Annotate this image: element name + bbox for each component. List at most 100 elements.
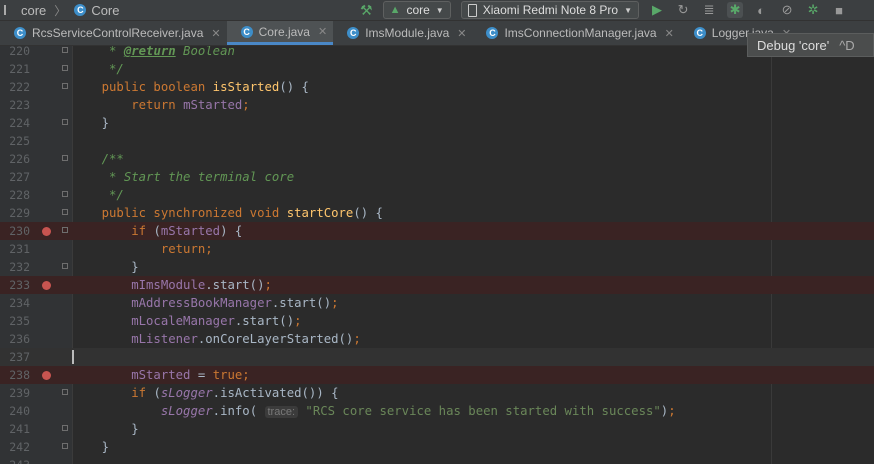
run-configuration-select[interactable]: ▲ core ▼ — [382, 1, 451, 19]
code-text: mListener.onCoreLayerStarted(); — [72, 330, 361, 348]
code-line[interactable]: 235 mLocaleManager.start(); — [0, 312, 874, 330]
tab-ims-module[interactable]: C ImsModule.java ✕ — [333, 21, 472, 45]
line-number: 236 — [9, 332, 30, 346]
device-label: Xiaomi Redmi Note 8 Pro — [482, 3, 619, 17]
code-line[interactable]: 238 mStarted = true; — [0, 366, 874, 384]
code-line[interactable]: 234 mAddressBookManager.start(); — [0, 294, 874, 312]
code-token: ( — [153, 386, 161, 400]
code-line[interactable]: 223 return mStarted; — [0, 96, 874, 114]
editor-tabs: C RcsServiceControlReceiver.java ✕ C Cor… — [0, 21, 874, 46]
fold-marker-icon[interactable] — [62, 65, 68, 71]
tab-ims-connection-manager[interactable]: C ImsConnectionManager.java ✕ — [472, 21, 679, 45]
fold-marker-icon[interactable] — [62, 227, 68, 233]
code-token: ; — [331, 296, 339, 310]
text-cursor — [72, 350, 74, 364]
apply-code-changes-icon[interactable]: ≣ — [701, 2, 717, 18]
fold-marker-icon[interactable] — [62, 389, 68, 395]
breadcrumb-project[interactable]: core — [21, 3, 46, 18]
code-token: @return — [123, 46, 176, 58]
tab-core[interactable]: C Core.java ✕ — [226, 21, 334, 45]
line-number: 223 — [9, 98, 30, 112]
code-token: ( — [153, 224, 161, 238]
fold-marker-icon[interactable] — [62, 263, 68, 269]
apply-changes-icon[interactable]: ↻ — [675, 2, 691, 18]
build-hammer-icon[interactable]: ⚒ — [360, 2, 373, 19]
code-line[interactable]: 233 mImsModule.start(); — [0, 276, 874, 294]
fold-marker-icon[interactable] — [62, 47, 68, 53]
line-number: 241 — [9, 422, 30, 436]
code-token: ) { — [220, 224, 243, 238]
code-line[interactable]: 222 public boolean isStarted() { — [0, 78, 874, 96]
code-text: sLogger.info( trace: "RCS core service h… — [72, 402, 676, 421]
code-line[interactable]: 231 return; — [0, 240, 874, 258]
code-text: return mStarted; — [72, 96, 249, 114]
parameter-hint: trace: — [264, 406, 299, 418]
code-line[interactable]: 224 } — [0, 114, 874, 132]
fold-marker-icon[interactable] — [62, 209, 68, 215]
class-icon: C — [347, 27, 360, 39]
line-number: 232 — [9, 260, 30, 274]
attach-process-icon[interactable]: ✲ — [805, 2, 821, 18]
close-icon[interactable]: ✕ — [318, 25, 327, 38]
line-number: 238 — [9, 368, 30, 382]
code-line[interactable]: 220 * @return Boolean — [0, 46, 874, 60]
fold-marker-icon[interactable] — [62, 443, 68, 449]
tab-rcs-service-control-receiver[interactable]: C RcsServiceControlReceiver.java ✕ — [0, 21, 227, 45]
breakpoint-icon[interactable] — [42, 227, 51, 236]
code-line[interactable]: 227 * Start the terminal core — [0, 168, 874, 186]
class-icon: C — [14, 27, 26, 39]
run-icon[interactable]: ▶ — [649, 2, 665, 18]
code-token: /** — [72, 152, 124, 166]
fold-marker-icon[interactable] — [62, 119, 68, 125]
code-token: } — [72, 260, 139, 274]
breakpoint-icon[interactable] — [42, 281, 51, 290]
breakpoint-icon[interactable] — [42, 371, 51, 380]
code-line[interactable]: 236 mListener.onCoreLayerStarted(); — [0, 330, 874, 348]
debug-icon[interactable]: ✱ — [727, 2, 744, 18]
code-line[interactable]: 226 /** — [0, 150, 874, 168]
breadcrumb: core 〉 C Core — [0, 2, 120, 19]
code-text: */ — [72, 60, 124, 78]
fold-marker-icon[interactable] — [62, 191, 68, 197]
code-line[interactable]: 237 — [0, 348, 874, 366]
line-number: 231 — [9, 242, 30, 256]
line-number: 221 — [9, 62, 30, 76]
class-icon: C — [74, 4, 87, 16]
line-number: 240 — [9, 404, 30, 418]
fold-marker-icon[interactable] — [62, 425, 68, 431]
line-number: 229 — [9, 206, 30, 220]
close-icon[interactable]: ✕ — [211, 27, 220, 40]
code-token: mListener — [72, 332, 198, 346]
line-number: 233 — [9, 278, 30, 292]
code-token: Boolean — [175, 46, 235, 58]
breadcrumb-file[interactable]: Core — [91, 3, 119, 18]
fold-marker-icon[interactable] — [62, 155, 68, 161]
code-line[interactable]: 232 } — [0, 258, 874, 276]
code-line[interactable]: 229 public synchronized void startCore()… — [0, 204, 874, 222]
class-icon: C — [693, 27, 706, 39]
code-line[interactable]: 230 if (mStarted) { — [0, 222, 874, 240]
code-token: } — [72, 440, 110, 454]
code-token: if — [72, 224, 154, 238]
code-token: true; — [212, 368, 250, 382]
code-token: .info( — [212, 404, 265, 418]
code-editor[interactable]: 220 * @return Boolean 221 */222 public bo… — [0, 46, 874, 464]
code-line[interactable]: 243 — [0, 456, 874, 464]
code-text: } — [72, 420, 138, 438]
code-line[interactable]: 221 */ — [0, 60, 874, 78]
profile-icon[interactable]: ◐ — [753, 3, 769, 18]
fold-marker-icon[interactable] — [62, 83, 68, 89]
close-icon[interactable]: ✕ — [457, 27, 466, 40]
device-select[interactable]: Xiaomi Redmi Note 8 Pro ▼ — [460, 1, 640, 19]
attach-debugger-icon[interactable]: ⊘ — [779, 2, 795, 18]
code-line[interactable]: 225 — [0, 132, 874, 150]
code-line[interactable]: 242 } — [0, 438, 874, 456]
close-icon[interactable]: ✕ — [665, 27, 674, 40]
class-icon: C — [240, 25, 253, 38]
code-token: .isActivated()) { — [212, 386, 339, 400]
code-line[interactable]: 239 if (sLogger.isActivated()) { — [0, 384, 874, 402]
code-line[interactable]: 240 sLogger.info( trace: "RCS core servi… — [0, 402, 874, 420]
code-line[interactable]: 241 } — [0, 420, 874, 438]
code-line[interactable]: 228 */ — [0, 186, 874, 204]
stop-icon[interactable]: ■ — [831, 3, 847, 18]
